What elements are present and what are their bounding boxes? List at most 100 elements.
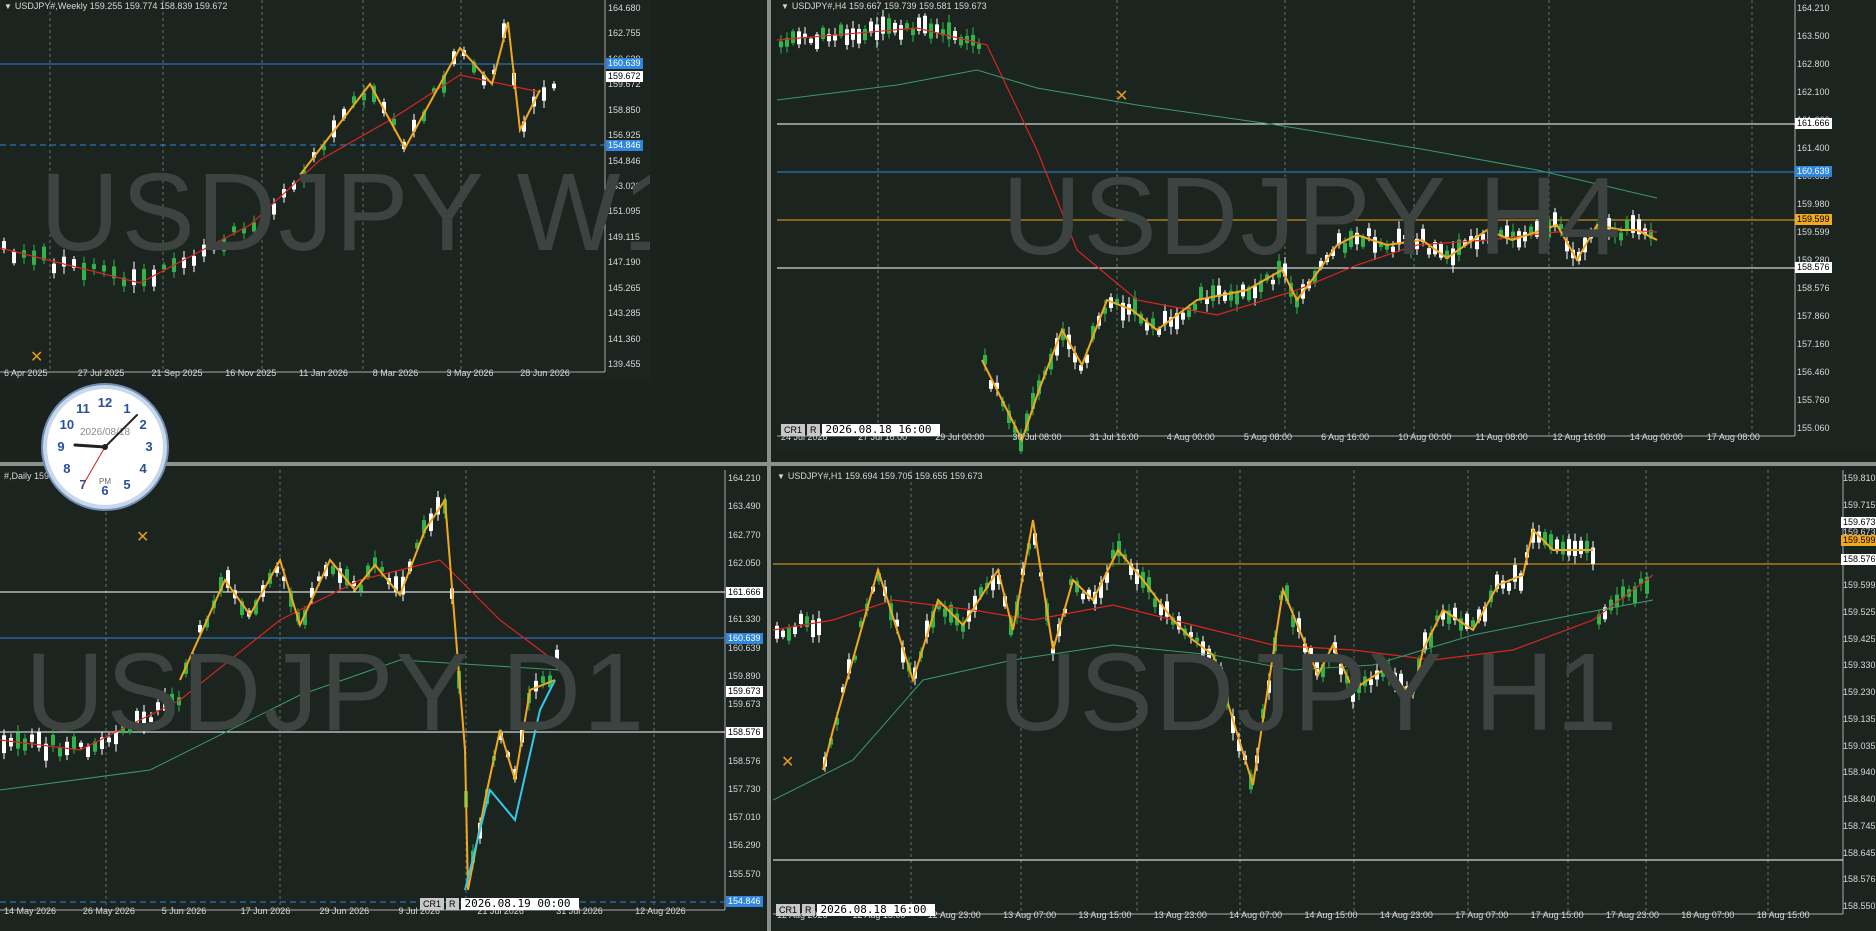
- collapse-triangle-icon[interactable]: ▼: [777, 472, 785, 481]
- w1-time-tick: 27 Jul 2025: [77, 368, 125, 378]
- h4-price-tick: 156.460: [1797, 367, 1830, 377]
- horizontal-splitter[interactable]: [0, 462, 1876, 466]
- w1-candle-body: [32, 250, 36, 265]
- w1-time-tick: 21 Sep 2025: [151, 368, 203, 378]
- h1-candle-body: [775, 625, 779, 639]
- clock-hands: [73, 414, 138, 486]
- d1-crosshair-time: 2026.08.19 00:00: [460, 898, 579, 910]
- h4-candle-body: [857, 28, 861, 44]
- w1-candle-body: [12, 250, 16, 264]
- h4-candle-body: [905, 23, 909, 29]
- w1-price-tick: 158.850: [608, 104, 641, 115]
- h4-candle-body: [1187, 307, 1191, 317]
- chart-panel-h4[interactable]: ▼ USDJPY#,H4 159.667 159.739 159.581 159.…: [777, 0, 1876, 454]
- h4-time-tick: 29 Jul 00:00: [935, 432, 985, 442]
- d1-price-tick: 157.730: [728, 783, 761, 794]
- r-button[interactable]: R: [802, 904, 815, 916]
- d1-time-tick: 26 May 2026: [82, 906, 135, 916]
- w1-watermark: USDJPY W1: [40, 151, 650, 274]
- h1-candle-body: [1081, 593, 1085, 600]
- w1-price-tick: 162.755: [608, 28, 641, 39]
- h4-time-tick: 30 Jul 08:00: [1012, 432, 1062, 442]
- h4-time-tick: 5 Aug 08:00: [1243, 432, 1292, 442]
- h4-time-tick: 10 Aug 00:00: [1398, 432, 1452, 442]
- cr1-button[interactable]: CR1: [781, 424, 806, 436]
- d1-object-marker-icon[interactable]: ✕: [136, 527, 149, 547]
- w1-price-tag: 160.639: [606, 58, 643, 69]
- h1-time-tick: 17 Aug 23:00: [1605, 910, 1659, 920]
- h1-crosshair-time-label: CR1 R 2026.08.18 16:00: [776, 904, 935, 916]
- chart-panel-d1[interactable]: #,Daily 159.673 USDJPY D1 164.210 163.490…: [0, 470, 765, 931]
- h1-price-tick: 159.715: [1843, 499, 1876, 510]
- h1-price-tick: 158.576: [1843, 874, 1876, 885]
- h4-price-tick: 158.576: [1797, 283, 1830, 293]
- h1-price-tick: 159.425: [1843, 633, 1876, 644]
- h4-candle-body: [1211, 285, 1215, 301]
- w1-price-tick: 156.925: [608, 130, 641, 141]
- r-button[interactable]: R: [446, 898, 459, 910]
- w1-price-tick: 141.360: [608, 333, 641, 344]
- collapse-triangle-icon[interactable]: ▼: [781, 2, 789, 11]
- h4-price-tag: 161.666: [1795, 118, 1832, 129]
- h1-time-tick: 13 Aug 07:00: [1003, 910, 1057, 920]
- d1-price-tag: 160.639: [726, 633, 763, 644]
- h4-candle-body: [977, 43, 981, 49]
- d1-candle-body: [2, 735, 6, 754]
- h4-candle-body: [947, 22, 951, 40]
- h1-header-text: USDJPY#,H1 159.694 159.705 159.655 159.6…: [787, 471, 983, 481]
- cr1-button[interactable]: CR1: [420, 898, 445, 910]
- analog-clock-widget[interactable]: 2026/08/18 PM 12 1 2 3 4 5 6 7 8 9 10 11: [43, 385, 167, 509]
- h4-price-tick: 163.500: [1797, 31, 1830, 41]
- h1-price-tick: 159.810: [1843, 473, 1876, 483]
- d1-price-tag: 154.846: [726, 896, 763, 907]
- h1-price-tick: 159.330: [1843, 660, 1876, 671]
- h1-time-tick: 14 Aug 23:00: [1379, 910, 1433, 920]
- r-button[interactable]: R: [807, 424, 820, 436]
- d1-candle-body: [16, 732, 20, 749]
- h1-object-marker-icon[interactable]: ✕: [781, 752, 794, 772]
- h4-price-tick: 161.400: [1797, 143, 1830, 153]
- chart-panel-w1[interactable]: ▼ USDJPY#,Weekly 159.255 159.774 158.839 …: [0, 0, 650, 382]
- h1-header: ▼ USDJPY#,H1 159.694 159.705 159.655 159.…: [777, 471, 983, 481]
- w1-object-marker-icon[interactable]: ✕: [30, 347, 43, 367]
- d1-price-tick: 155.570: [728, 868, 761, 879]
- w1-price-tag: 159.672: [606, 71, 643, 82]
- d1-time-tick: 17 Jun 2026: [240, 906, 291, 916]
- h1-price-tick: 159.135: [1843, 713, 1876, 724]
- h4-candle-body: [887, 18, 891, 34]
- w1-time-tick: 16 Nov 2025: [225, 368, 277, 378]
- h1-time-tick: 17 Aug 15:00: [1530, 910, 1584, 920]
- h4-candle-body: [899, 25, 903, 40]
- d1-price-tick: 162.770: [728, 529, 761, 540]
- d1-time-tick: 5 Jun 2026: [161, 906, 207, 916]
- h1-candle-body: [1573, 540, 1577, 556]
- d1-price-tick: 161.330: [728, 614, 761, 625]
- h4-object-marker-icon[interactable]: ✕: [1115, 86, 1128, 106]
- w1-price-tag: 154.846: [606, 140, 643, 151]
- h4-candle-body: [911, 28, 915, 36]
- vertical-splitter[interactable]: [767, 0, 771, 931]
- h4-price-tick: 157.860: [1797, 311, 1830, 321]
- collapse-triangle-icon[interactable]: ▼: [4, 2, 12, 11]
- h1-time-tick: 14 Aug 07:00: [1229, 910, 1283, 920]
- h4-price-tag: 159.599: [1795, 214, 1832, 225]
- h4-price-tick: 162.100: [1797, 87, 1830, 97]
- w1-price-tick: 143.285: [608, 308, 641, 319]
- h4-price-tick: 157.160: [1797, 339, 1830, 349]
- h1-price-tick: 158.645: [1843, 847, 1876, 858]
- cr1-button[interactable]: CR1: [776, 904, 801, 916]
- w1-time-tick: 6 Apr 2025: [4, 368, 48, 378]
- h4-time-tick: 11 Aug 08:00: [1475, 432, 1528, 442]
- h4-price-tick: 159.980: [1797, 199, 1830, 209]
- d1-time-tick: 14 May 2026: [4, 906, 57, 916]
- d1-price-tag: 161.666: [726, 587, 763, 598]
- h1-time-tick: 17 Aug 07:00: [1455, 910, 1509, 920]
- w1-header: ▼ USDJPY#,Weekly 159.255 159.774 158.839 …: [4, 1, 227, 11]
- h4-candle-body: [953, 30, 957, 40]
- d1-price-tag: 158.576: [726, 727, 763, 738]
- h4-candle-body: [869, 21, 873, 33]
- chart-panel-h1[interactable]: ▼ USDJPY#,H1 159.694 159.705 159.655 159.…: [773, 470, 1876, 931]
- h1-candle-body: [805, 616, 809, 628]
- d1-price-tick: 159.890: [728, 670, 761, 681]
- h1-price-tick: 158.840: [1843, 794, 1876, 804]
